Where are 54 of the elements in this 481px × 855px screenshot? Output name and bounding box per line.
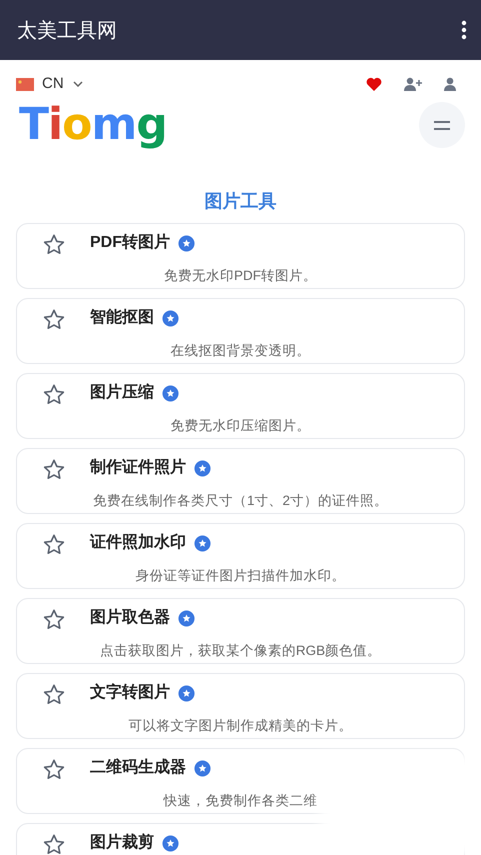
more-icon[interactable] — [461, 20, 467, 40]
star-icon[interactable] — [43, 234, 65, 255]
verified-badge-icon — [194, 534, 211, 552]
star-icon[interactable] — [43, 309, 65, 330]
verified-badge-icon — [178, 610, 195, 626]
heart-icon[interactable] — [366, 77, 382, 91]
chevron-down-icon[interactable] — [72, 81, 83, 87]
tool-title: 证件照加水印 — [90, 532, 186, 553]
verified-badge-icon — [194, 760, 211, 776]
flag-icon — [16, 78, 34, 90]
star-icon[interactable] — [43, 534, 65, 555]
tool-title: 图片压缩 — [90, 382, 154, 403]
user-icon[interactable] — [444, 77, 456, 91]
verified-badge-icon — [178, 684, 195, 702]
app-title: 太美工具网 — [17, 17, 117, 44]
tool-description: 快速，免费制作各类二维 — [164, 793, 318, 808]
verified-badge-icon — [178, 234, 195, 252]
star-icon[interactable] — [43, 684, 65, 705]
tool-title: 文字转图片 — [90, 682, 170, 703]
star-icon[interactable] — [43, 759, 65, 780]
menu-button[interactable] — [419, 102, 465, 148]
language-selector[interactable]: CN — [42, 72, 64, 96]
tool-description: 在线抠图背景变透明。 — [170, 343, 310, 358]
tool-title: 图片取色器 — [90, 608, 170, 628]
logo: Tiomg — [19, 103, 167, 147]
tool-description: 身份证等证件图片扫描件加水印。 — [136, 568, 346, 583]
menu-icon — [434, 120, 450, 130]
tool-title: 二维码生成器 — [90, 757, 186, 778]
verified-badge-icon — [194, 460, 211, 476]
star-icon[interactable] — [43, 834, 65, 855]
tool-title: 智能抠图 — [90, 308, 154, 328]
verified-badge-icon — [162, 834, 179, 852]
tool-description: 免费无水印压缩图片。 — [170, 418, 310, 433]
add-user-icon[interactable] — [404, 77, 422, 91]
star-icon[interactable] — [43, 609, 65, 630]
tool-card[interactable]: PDF转图片 免费无水印PDF转图片。 — [16, 223, 465, 289]
tool-card[interactable]: 文字转图片 可以将文字图片制作成精美的卡片。 — [16, 673, 465, 739]
star-icon[interactable] — [43, 459, 65, 480]
star-icon[interactable] — [43, 384, 65, 405]
tool-card[interactable]: 图片压缩 免费无水印压缩图片。 — [16, 373, 465, 439]
verified-badge-icon — [162, 310, 179, 326]
tool-description: 免费无水印PDF转图片。 — [164, 268, 317, 283]
tool-card[interactable]: 图片取色器 点击获取图片，获取某个像素的RGB颜色值。 — [16, 598, 465, 664]
tool-card[interactable]: 证件照加水印 身份证等证件图片扫描件加水印。 — [16, 523, 465, 589]
verified-badge-icon — [162, 384, 179, 402]
tool-title: PDF转图片 — [90, 232, 170, 253]
section-title: 图片工具 — [204, 190, 278, 213]
tool-title: 制作证件照片 — [90, 458, 186, 478]
tool-card[interactable]: 制作证件照片 免费在线制作各类尺寸（1寸、2寸）的证件照。 — [16, 448, 465, 514]
tool-description: 可以将文字图片制作成精美的卡片。 — [128, 718, 352, 733]
tool-title: 图片裁剪 — [90, 832, 154, 853]
tool-card[interactable]: 智能抠图 在线抠图背景变透明。 — [16, 298, 465, 364]
tool-description: 免费在线制作各类尺寸（1寸、2寸）的证件照。 — [92, 493, 388, 508]
tool-description: 点击获取图片，获取某个像素的RGB颜色值。 — [100, 643, 382, 658]
